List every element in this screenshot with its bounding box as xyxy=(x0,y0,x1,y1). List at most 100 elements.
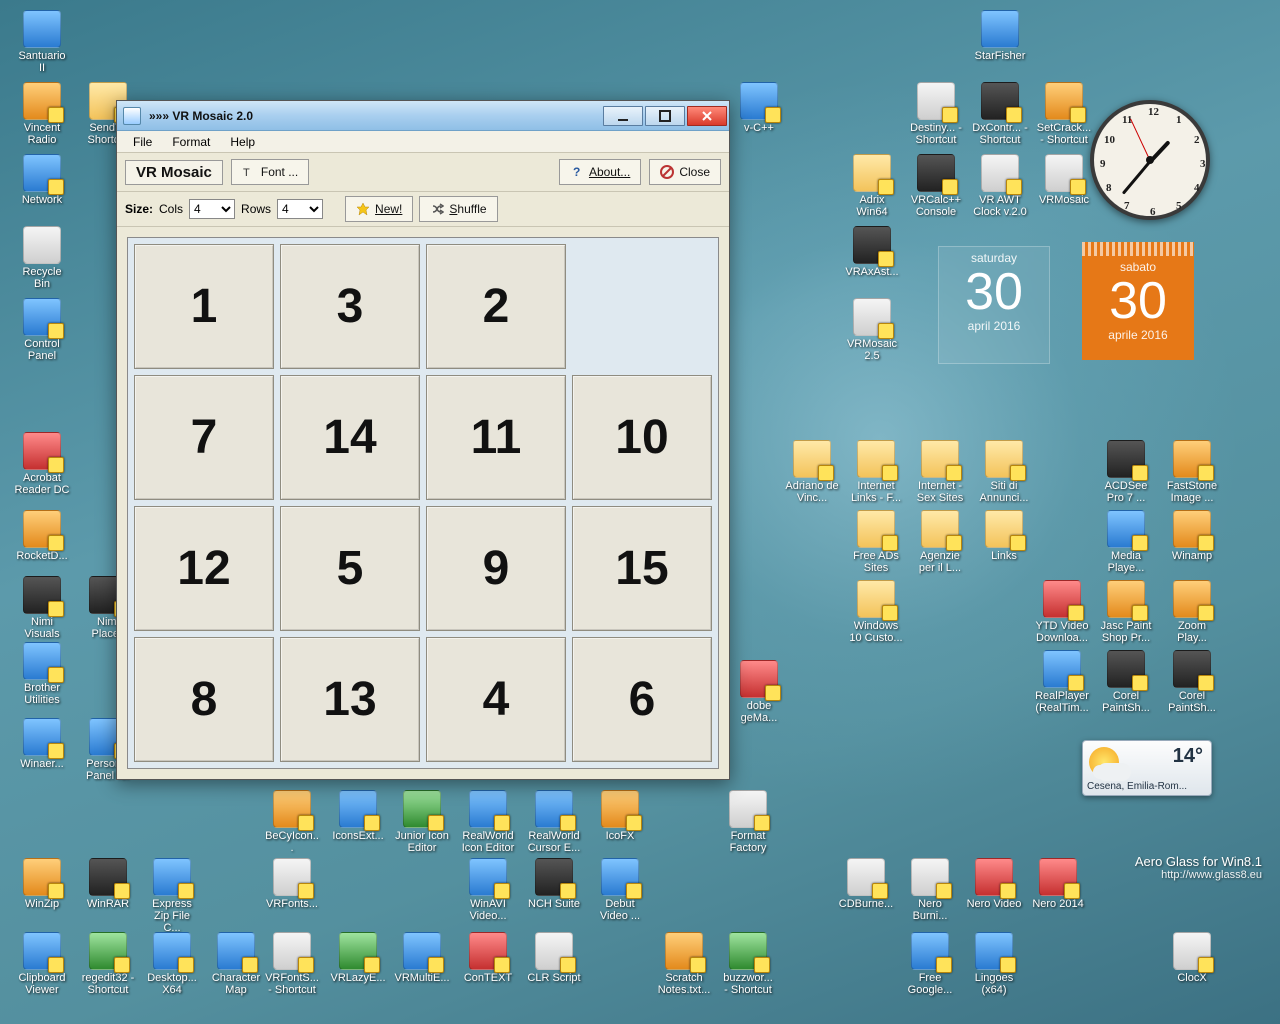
desktop-icon[interactable]: VRAxAst... xyxy=(842,226,902,278)
desktop-icon[interactable]: Internet - Sex Sites xyxy=(910,440,970,504)
desktop-icon[interactable]: Desktop... X64 xyxy=(142,932,202,996)
desktop-icon[interactable]: VRFonts... xyxy=(262,858,322,910)
desktop-icon[interactable]: DxContr... - Shortcut xyxy=(970,82,1030,146)
font-button[interactable]: T Font ... xyxy=(231,159,309,185)
maximize-button[interactable] xyxy=(645,106,685,126)
cols-select[interactable]: 4 xyxy=(189,199,235,219)
desktop-icon[interactable]: VRMultiE... xyxy=(392,932,452,984)
desktop-icon[interactable]: RealPlayer (RealTim... xyxy=(1032,650,1092,714)
desktop-icon[interactable]: Jasc Paint Shop Pr... xyxy=(1096,580,1156,644)
desktop-icon[interactable]: Adriano de Vinc... xyxy=(782,440,842,504)
desktop-icon[interactable]: Express Zip File C... xyxy=(142,858,202,934)
shuffle-button[interactable]: Shuffle xyxy=(419,196,497,222)
menu-help[interactable]: Help xyxy=(220,133,265,151)
desktop-icon[interactable]: VR AWT Clock v.2.0 xyxy=(970,154,1030,218)
desktop-icon[interactable]: Agenzie per il L... xyxy=(910,510,970,574)
desktop-icon[interactable]: BeCyIcon... xyxy=(262,790,322,854)
puzzle-tile-14[interactable]: 14 xyxy=(280,375,420,500)
desktop-icon[interactable]: Destiny... - Shortcut xyxy=(906,82,966,146)
puzzle-tile-6[interactable]: 6 xyxy=(572,637,712,762)
puzzle-tile-12[interactable]: 12 xyxy=(134,506,274,631)
desktop-icon[interactable]: Brother Utilities xyxy=(12,642,72,706)
puzzle-tile-8[interactable]: 8 xyxy=(134,637,274,762)
desktop-icon[interactable]: regedit32 - Shortcut xyxy=(78,932,138,996)
desktop-icon[interactable]: Lingoes (x64) xyxy=(964,932,1024,996)
desktop-icon[interactable]: CLR Script xyxy=(524,932,584,984)
desktop-icon[interactable]: Zoom Play... xyxy=(1162,580,1222,644)
desktop-icon[interactable]: Siti di Annunci... xyxy=(974,440,1034,504)
desktop-icon[interactable]: Corel PaintSh... xyxy=(1162,650,1222,714)
desktop-icon[interactable]: Nero Burni... xyxy=(900,858,960,922)
puzzle-tile-5[interactable]: 5 xyxy=(280,506,420,631)
minimize-button[interactable] xyxy=(603,106,643,126)
menu-format[interactable]: Format xyxy=(162,133,220,151)
desktop-icon[interactable]: Links xyxy=(974,510,1034,562)
desktop-icon[interactable]: v-C++ xyxy=(729,82,789,134)
puzzle-tile-1[interactable]: 1 xyxy=(134,244,274,369)
desktop-icon[interactable]: Nero 2014 xyxy=(1028,858,1088,910)
about-button[interactable]: ? About... xyxy=(559,159,641,185)
puzzle-tile-7[interactable]: 7 xyxy=(134,375,274,500)
desktop-icon[interactable]: Media Playe... xyxy=(1096,510,1156,574)
desktop-icon[interactable]: Nimi Visuals xyxy=(12,576,72,640)
desktop-icon[interactable]: ACDSee Pro 7 ... xyxy=(1096,440,1156,504)
desktop-icon[interactable]: WinZip xyxy=(12,858,72,910)
desktop-icon[interactable]: RocketD... xyxy=(12,510,72,562)
desktop-icon[interactable]: Recycle Bin xyxy=(12,226,72,290)
puzzle-tile-11[interactable]: 11 xyxy=(426,375,566,500)
desktop-icon[interactable]: Clipboard Viewer xyxy=(12,932,72,996)
desktop-icon[interactable]: Junior Icon Editor xyxy=(392,790,452,854)
desktop-icon[interactable]: Debut Video ... xyxy=(590,858,650,922)
desktop-icon[interactable]: WinAVI Video... xyxy=(458,858,518,922)
desktop-icon[interactable]: Free Google... xyxy=(900,932,960,996)
desktop-icon[interactable]: IconsExt... xyxy=(328,790,388,842)
desktop-icon[interactable]: Winamp xyxy=(1162,510,1222,562)
desktop-icon[interactable]: Nero Video xyxy=(964,858,1024,910)
desktop-icon[interactable]: IcoFX xyxy=(590,790,650,842)
desktop-icon[interactable]: dobe geMa... xyxy=(729,660,789,724)
puzzle-tile-2[interactable]: 2 xyxy=(426,244,566,369)
desktop-icon[interactable]: Network xyxy=(12,154,72,206)
desktop-icon[interactable]: ConTEXT xyxy=(458,932,518,984)
desktop-icon[interactable]: Santuario II xyxy=(12,10,72,74)
desktop-icon[interactable]: RealWorld Icon Editor xyxy=(458,790,518,854)
desktop-icon[interactable]: VRLazyE... xyxy=(328,932,388,984)
puzzle-tile-15[interactable]: 15 xyxy=(572,506,712,631)
desktop-icon[interactable]: SetCrack... - Shortcut xyxy=(1034,82,1094,146)
desktop-icon[interactable]: Acrobat Reader DC xyxy=(12,432,72,496)
desktop-icon[interactable]: StarFisher xyxy=(970,10,1030,62)
desktop-icon[interactable]: Free ADs Sites xyxy=(846,510,906,574)
desktop-icon[interactable]: buzzwor... - Shortcut xyxy=(718,932,778,996)
desktop-icon[interactable]: VRMosaic 2.5 xyxy=(842,298,902,362)
desktop-icon[interactable]: VRMosaic xyxy=(1034,154,1094,206)
new-button[interactable]: New! xyxy=(345,196,413,222)
close-window-button[interactable] xyxy=(687,106,727,126)
desktop-icon[interactable]: Windows 10 Custo... xyxy=(846,580,906,644)
desktop-icon[interactable]: VRFontS... - Shortcut xyxy=(262,932,322,996)
desktop-icon[interactable]: FastStone Image ... xyxy=(1162,440,1222,504)
desktop-icon[interactable]: Control Panel xyxy=(12,298,72,362)
desktop-icon[interactable]: Scratch Notes.txt... xyxy=(654,932,714,996)
desktop-icon[interactable]: ClocX xyxy=(1162,932,1222,984)
desktop-icon[interactable]: Internet Links - F... xyxy=(846,440,906,504)
puzzle-tile-13[interactable]: 13 xyxy=(280,637,420,762)
desktop-icon[interactable]: Vincent Radio xyxy=(12,82,72,146)
desktop-icon[interactable]: Format Factory xyxy=(718,790,778,854)
menu-file[interactable]: File xyxy=(123,133,162,151)
desktop-icon[interactable]: WinRAR xyxy=(78,858,138,910)
desktop-icon[interactable]: Adrix Win64 xyxy=(842,154,902,218)
close-button[interactable]: Close xyxy=(649,159,721,185)
puzzle-tile-9[interactable]: 9 xyxy=(426,506,566,631)
desktop-icon[interactable]: Corel PaintSh... xyxy=(1096,650,1156,714)
desktop-icon[interactable]: RealWorld Cursor E... xyxy=(524,790,584,854)
desktop-icon[interactable]: Winaer... xyxy=(12,718,72,770)
desktop-icon[interactable]: YTD Video Downloa... xyxy=(1032,580,1092,644)
desktop-icon[interactable]: VRCalc++ Console xyxy=(906,154,966,218)
titlebar[interactable]: »»» VR Mosaic 2.0 xyxy=(117,101,729,131)
rows-select[interactable]: 4 xyxy=(277,199,323,219)
desktop-icon[interactable]: NCH Suite xyxy=(524,858,584,910)
puzzle-tile-4[interactable]: 4 xyxy=(426,637,566,762)
puzzle-tile-10[interactable]: 10 xyxy=(572,375,712,500)
puzzle-tile-3[interactable]: 3 xyxy=(280,244,420,369)
desktop-icon[interactable]: Character Map xyxy=(206,932,266,996)
